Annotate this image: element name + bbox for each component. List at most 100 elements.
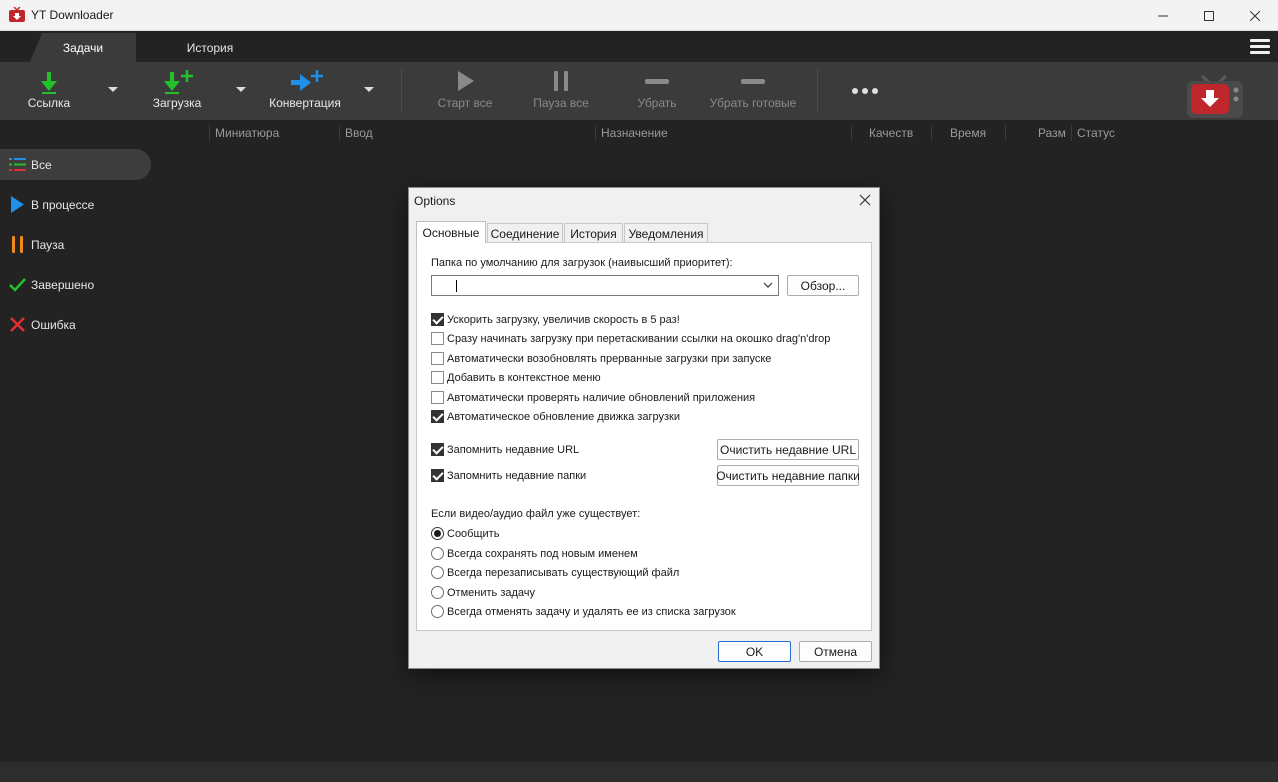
general-tab-panel: Папка по умолчанию для загрузок (наивысш… (416, 242, 872, 631)
download-label: Загрузка (152, 96, 202, 110)
minimize-icon (1158, 15, 1168, 16)
radio-label: Всегда отменять задачу и удалять ее из с… (447, 606, 736, 618)
remember-url-label: Запомнить недавние URL (447, 444, 580, 456)
sidebar-item-label: Все (31, 157, 52, 172)
menu-icon[interactable] (1250, 39, 1270, 55)
sidebar-item-error[interactable]: Ошибка (0, 309, 151, 340)
tab-connection[interactable]: Соединение (487, 223, 563, 243)
column-destination[interactable]: Назначение (601, 126, 668, 140)
window-title: YT Downloader (31, 8, 114, 22)
column-divider (1071, 125, 1072, 141)
minus-icon (741, 79, 765, 84)
option-label: Автоматически проверять наличие обновлен… (447, 392, 756, 404)
chevron-down-icon[interactable] (763, 281, 773, 289)
tab-history[interactable]: История (160, 33, 260, 62)
minimize-button[interactable] (1140, 0, 1186, 31)
download-arrow-icon (41, 72, 57, 94)
column-divider (339, 125, 340, 141)
start-all-button[interactable]: Старт все (438, 62, 492, 120)
sidebar-item-paused[interactable]: Пауза (0, 229, 151, 260)
option-label: Сразу начинать загрузку при перетаскиван… (447, 333, 831, 345)
dialog-title: Options (414, 194, 456, 208)
convert-label: Конвертация (269, 96, 341, 110)
tab-history[interactable]: История (564, 223, 623, 243)
download-dropdown-icon[interactable] (236, 87, 246, 92)
remember-folders-checkbox[interactable] (431, 469, 444, 482)
tab-general[interactable]: Основные (416, 221, 486, 243)
ok-button[interactable]: OK (718, 641, 791, 662)
option-checkbox-check-updates[interactable] (431, 391, 444, 404)
link-button[interactable]: Ссылка (28, 62, 70, 120)
convert-button[interactable]: Конвертация (269, 62, 341, 120)
maximize-button[interactable] (1186, 0, 1232, 31)
sidebar-item-label: Ошибка (31, 317, 76, 332)
error-icon (10, 317, 25, 332)
tab-notifications[interactable]: Уведомления (624, 223, 708, 243)
column-divider (1005, 125, 1006, 141)
text-caret (456, 280, 457, 292)
sidebar-item-label: Пауза (31, 237, 65, 252)
option-checkbox-dragdrop[interactable] (431, 332, 444, 345)
column-status[interactable]: Статус (1077, 126, 1115, 140)
start-all-label: Старт все (437, 96, 493, 110)
remove-done-button[interactable]: Убрать готовые (710, 62, 796, 120)
cancel-button[interactable]: Отмена (799, 641, 872, 662)
sidebar-item-label: В процессе (31, 197, 95, 212)
sidebar-item-all[interactable]: Все (0, 149, 151, 180)
toolbar: Ссылка Загрузка Конвертация Старт все Па… (0, 62, 1278, 120)
column-thumbnail[interactable]: Миниатюра (215, 126, 279, 140)
sidebar-item-completed[interactable]: Завершено (0, 269, 151, 300)
convert-dropdown-icon[interactable] (364, 87, 374, 92)
pause-all-label: Пауза все (533, 96, 589, 110)
play-icon (11, 196, 24, 213)
toolbar-divider (817, 70, 818, 112)
default-folder-combobox[interactable] (431, 275, 779, 296)
column-size[interactable]: Разм (1038, 126, 1066, 140)
link-dropdown-icon[interactable] (108, 87, 118, 92)
sidebar-item-in-progress[interactable]: В процессе (0, 189, 151, 220)
column-time[interactable]: Время (950, 126, 986, 140)
clear-recent-url-button[interactable]: Очистить недавние URL (717, 439, 859, 460)
option-checkbox-engine-update[interactable] (431, 410, 444, 423)
option-label: Ускорить загрузку, увеличив скорость в 5… (447, 314, 680, 326)
link-label: Ссылка (27, 96, 71, 110)
options-dialog: Options Основные Соединение История Увед… (408, 187, 880, 669)
convert-icon (291, 70, 323, 91)
column-quality[interactable]: Качеств (869, 126, 913, 140)
clear-recent-folders-button[interactable]: Очистить недавние папки (716, 465, 860, 486)
dialog-close-icon[interactable] (857, 192, 873, 208)
column-divider (851, 125, 852, 141)
tab-tasks[interactable]: Задачи (30, 33, 136, 62)
pause-all-button[interactable]: Пауза все (533, 62, 589, 120)
exists-radio-overwrite[interactable] (431, 566, 444, 579)
option-checkbox-resume[interactable] (431, 352, 444, 365)
remove-button[interactable]: Убрать (636, 62, 678, 120)
download-button[interactable]: Загрузка (152, 62, 202, 120)
column-header-row: Миниатюра Ввод Назначение Качеств Время … (0, 120, 1278, 146)
option-label: Автоматическое обновление движка загрузк… (447, 411, 680, 423)
column-divider (931, 125, 932, 141)
download-add-icon (164, 70, 193, 94)
more-icon[interactable] (852, 88, 878, 94)
exists-radio-new-name[interactable] (431, 547, 444, 560)
radio-label: Сообщить (447, 528, 500, 540)
pause-icon (554, 71, 568, 91)
close-button[interactable] (1232, 0, 1278, 31)
browse-button[interactable]: Обзор... (787, 275, 859, 296)
option-checkbox-context-menu[interactable] (431, 371, 444, 384)
option-checkbox-speedup[interactable] (431, 313, 444, 326)
remove-done-label: Убрать готовые (709, 96, 797, 110)
exists-radio-notify[interactable] (431, 527, 444, 540)
dialog-title-bar: Options (409, 188, 879, 214)
title-bar: YT Downloader (0, 0, 1278, 31)
column-divider (595, 125, 596, 141)
logo-icon (1187, 74, 1243, 118)
column-input[interactable]: Ввод (345, 126, 373, 140)
exists-radio-cancel[interactable] (431, 586, 444, 599)
option-label: Автоматически возобновлять прерванные за… (447, 353, 772, 365)
list-icon (9, 158, 26, 171)
exists-radio-cancel-remove[interactable] (431, 605, 444, 618)
remember-url-checkbox[interactable] (431, 443, 444, 456)
default-folder-label: Папка по умолчанию для загрузок (наивысш… (431, 257, 733, 269)
pause-icon (12, 236, 23, 253)
